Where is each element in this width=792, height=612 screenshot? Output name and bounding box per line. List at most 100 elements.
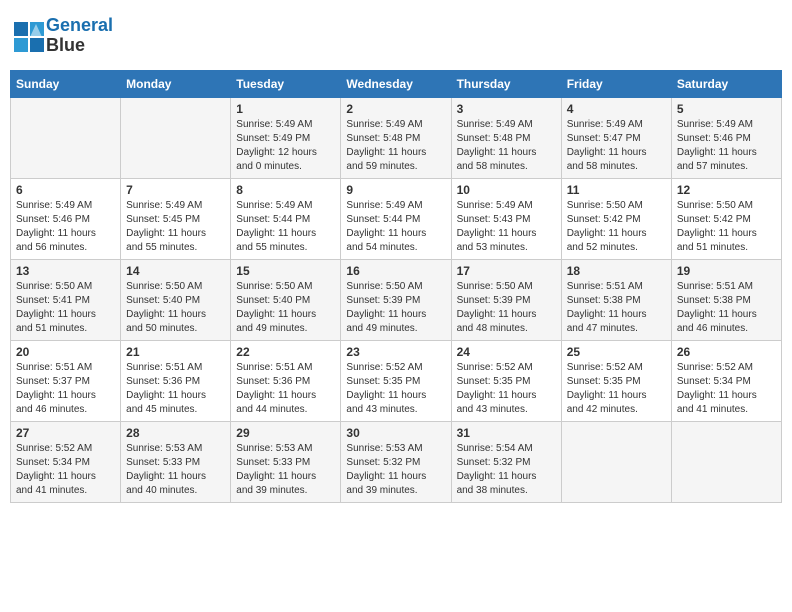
day-number: 22 <box>236 345 335 359</box>
day-info: Sunrise: 5:49 AM Sunset: 5:46 PM Dayligh… <box>677 118 776 174</box>
calendar-cell: 14 Sunrise: 5:50 AM Sunset: 5:40 PM Dayli… <box>121 259 231 340</box>
day-info: Sunrise: 5:52 AM Sunset: 5:35 PM Dayligh… <box>457 361 556 417</box>
logo-text: GeneralBlue <box>46 16 113 56</box>
calendar-cell: 28 Sunrise: 5:53 AM Sunset: 5:33 PM Dayli… <box>121 421 231 502</box>
calendar-cell: 6Sunrise: 5:49 AM Sunset: 5:46 PM Daylig… <box>11 178 121 259</box>
calendar-cell: 29 Sunrise: 5:53 AM Sunset: 5:33 PM Dayli… <box>231 421 341 502</box>
calendar-header-row: SundayMondayTuesdayWednesdayThursdayFrid… <box>11 70 782 97</box>
calendar-cell: 25 Sunrise: 5:52 AM Sunset: 5:35 PM Dayli… <box>561 340 671 421</box>
day-info: Sunrise: 5:51 AM Sunset: 5:38 PM Dayligh… <box>567 280 666 336</box>
logo-icon <box>14 22 42 50</box>
day-number: 15 <box>236 264 335 278</box>
day-number: 17 <box>457 264 556 278</box>
calendar-cell: 13 Sunrise: 5:50 AM Sunset: 5:41 PM Dayli… <box>11 259 121 340</box>
calendar-cell: 11Sunrise: 5:50 AM Sunset: 5:42 PM Dayli… <box>561 178 671 259</box>
column-header-friday: Friday <box>561 70 671 97</box>
day-number: 9 <box>346 183 445 197</box>
day-number: 4 <box>567 102 666 116</box>
day-info: Sunrise: 5:50 AM Sunset: 5:40 PM Dayligh… <box>126 280 225 336</box>
calendar-cell <box>121 97 231 178</box>
day-info: Sunrise: 5:52 AM Sunset: 5:35 PM Dayligh… <box>567 361 666 417</box>
calendar-cell: 20 Sunrise: 5:51 AM Sunset: 5:37 PM Dayli… <box>11 340 121 421</box>
day-info: Sunrise: 5:53 AM Sunset: 5:32 PM Dayligh… <box>346 442 445 498</box>
day-number: 28 <box>126 426 225 440</box>
day-info: Sunrise: 5:50 AM Sunset: 5:39 PM Dayligh… <box>346 280 445 336</box>
column-header-thursday: Thursday <box>451 70 561 97</box>
day-info: Sunrise: 5:54 AM Sunset: 5:32 PM Dayligh… <box>457 442 556 498</box>
day-info: Sunrise: 5:50 AM Sunset: 5:41 PM Dayligh… <box>16 280 115 336</box>
calendar-cell: 27 Sunrise: 5:52 AM Sunset: 5:34 PM Dayli… <box>11 421 121 502</box>
day-number: 1 <box>236 102 335 116</box>
page-header: GeneralBlue <box>10 10 782 62</box>
calendar-cell: 22 Sunrise: 5:51 AM Sunset: 5:36 PM Dayli… <box>231 340 341 421</box>
week-row-5: 27 Sunrise: 5:52 AM Sunset: 5:34 PM Dayli… <box>11 421 782 502</box>
week-row-4: 20 Sunrise: 5:51 AM Sunset: 5:37 PM Dayli… <box>11 340 782 421</box>
calendar-cell: 30 Sunrise: 5:53 AM Sunset: 5:32 PM Dayli… <box>341 421 451 502</box>
calendar-cell: 12 Sunrise: 5:50 AM Sunset: 5:42 PM Dayli… <box>671 178 781 259</box>
day-info: Sunrise: 5:51 AM Sunset: 5:36 PM Dayligh… <box>236 361 335 417</box>
day-number: 5 <box>677 102 776 116</box>
day-number: 8 <box>236 183 335 197</box>
day-info: Sunrise: 5:50 AM Sunset: 5:42 PM Dayligh… <box>567 199 666 255</box>
calendar-cell <box>671 421 781 502</box>
day-number: 20 <box>16 345 115 359</box>
day-info: Sunrise: 5:50 AM Sunset: 5:39 PM Dayligh… <box>457 280 556 336</box>
day-number: 27 <box>16 426 115 440</box>
calendar-cell <box>11 97 121 178</box>
calendar-cell: 15 Sunrise: 5:50 AM Sunset: 5:40 PM Dayli… <box>231 259 341 340</box>
calendar-cell: 3Sunrise: 5:49 AM Sunset: 5:48 PM Daylig… <box>451 97 561 178</box>
day-number: 14 <box>126 264 225 278</box>
day-number: 7 <box>126 183 225 197</box>
calendar-cell <box>561 421 671 502</box>
day-number: 13 <box>16 264 115 278</box>
day-info: Sunrise: 5:49 AM Sunset: 5:44 PM Dayligh… <box>236 199 335 255</box>
calendar-cell: 24 Sunrise: 5:52 AM Sunset: 5:35 PM Dayli… <box>451 340 561 421</box>
calendar-cell: 18 Sunrise: 5:51 AM Sunset: 5:38 PM Dayli… <box>561 259 671 340</box>
day-info: Sunrise: 5:52 AM Sunset: 5:35 PM Dayligh… <box>346 361 445 417</box>
day-info: Sunrise: 5:53 AM Sunset: 5:33 PM Dayligh… <box>236 442 335 498</box>
calendar-cell: 7 Sunrise: 5:49 AM Sunset: 5:45 PM Daylig… <box>121 178 231 259</box>
calendar-cell: 8 Sunrise: 5:49 AM Sunset: 5:44 PM Daylig… <box>231 178 341 259</box>
day-info: Sunrise: 5:51 AM Sunset: 5:37 PM Dayligh… <box>16 361 115 417</box>
day-number: 21 <box>126 345 225 359</box>
calendar-body: 1Sunrise: 5:49 AM Sunset: 5:49 PM Daylig… <box>11 97 782 502</box>
day-info: Sunrise: 5:49 AM Sunset: 5:43 PM Dayligh… <box>457 199 556 255</box>
day-number: 16 <box>346 264 445 278</box>
calendar-cell: 19 Sunrise: 5:51 AM Sunset: 5:38 PM Dayli… <box>671 259 781 340</box>
column-header-monday: Monday <box>121 70 231 97</box>
day-info: Sunrise: 5:52 AM Sunset: 5:34 PM Dayligh… <box>16 442 115 498</box>
calendar-cell: 10 Sunrise: 5:49 AM Sunset: 5:43 PM Dayli… <box>451 178 561 259</box>
day-info: Sunrise: 5:49 AM Sunset: 5:44 PM Dayligh… <box>346 199 445 255</box>
day-number: 24 <box>457 345 556 359</box>
day-number: 31 <box>457 426 556 440</box>
day-number: 19 <box>677 264 776 278</box>
day-info: Sunrise: 5:51 AM Sunset: 5:38 PM Dayligh… <box>677 280 776 336</box>
calendar-cell: 26Sunrise: 5:52 AM Sunset: 5:34 PM Dayli… <box>671 340 781 421</box>
column-header-saturday: Saturday <box>671 70 781 97</box>
day-number: 23 <box>346 345 445 359</box>
day-info: Sunrise: 5:50 AM Sunset: 5:40 PM Dayligh… <box>236 280 335 336</box>
week-row-2: 6Sunrise: 5:49 AM Sunset: 5:46 PM Daylig… <box>11 178 782 259</box>
day-info: Sunrise: 5:52 AM Sunset: 5:34 PM Dayligh… <box>677 361 776 417</box>
day-number: 18 <box>567 264 666 278</box>
day-number: 2 <box>346 102 445 116</box>
calendar-cell: 9 Sunrise: 5:49 AM Sunset: 5:44 PM Daylig… <box>341 178 451 259</box>
calendar-cell: 2Sunrise: 5:49 AM Sunset: 5:48 PM Daylig… <box>341 97 451 178</box>
day-number: 25 <box>567 345 666 359</box>
day-number: 29 <box>236 426 335 440</box>
calendar-cell: 21 Sunrise: 5:51 AM Sunset: 5:36 PM Dayli… <box>121 340 231 421</box>
calendar-cell: 17 Sunrise: 5:50 AM Sunset: 5:39 PM Dayli… <box>451 259 561 340</box>
day-number: 6 <box>16 183 115 197</box>
calendar-cell: 5 Sunrise: 5:49 AM Sunset: 5:46 PM Daylig… <box>671 97 781 178</box>
day-number: 30 <box>346 426 445 440</box>
day-info: Sunrise: 5:49 AM Sunset: 5:45 PM Dayligh… <box>126 199 225 255</box>
week-row-3: 13 Sunrise: 5:50 AM Sunset: 5:41 PM Dayli… <box>11 259 782 340</box>
day-number: 3 <box>457 102 556 116</box>
day-number: 10 <box>457 183 556 197</box>
day-info: Sunrise: 5:51 AM Sunset: 5:36 PM Dayligh… <box>126 361 225 417</box>
day-info: Sunrise: 5:53 AM Sunset: 5:33 PM Dayligh… <box>126 442 225 498</box>
day-info: Sunrise: 5:50 AM Sunset: 5:42 PM Dayligh… <box>677 199 776 255</box>
calendar-cell: 31 Sunrise: 5:54 AM Sunset: 5:32 PM Dayli… <box>451 421 561 502</box>
day-number: 12 <box>677 183 776 197</box>
calendar-table: SundayMondayTuesdayWednesdayThursdayFrid… <box>10 70 782 503</box>
